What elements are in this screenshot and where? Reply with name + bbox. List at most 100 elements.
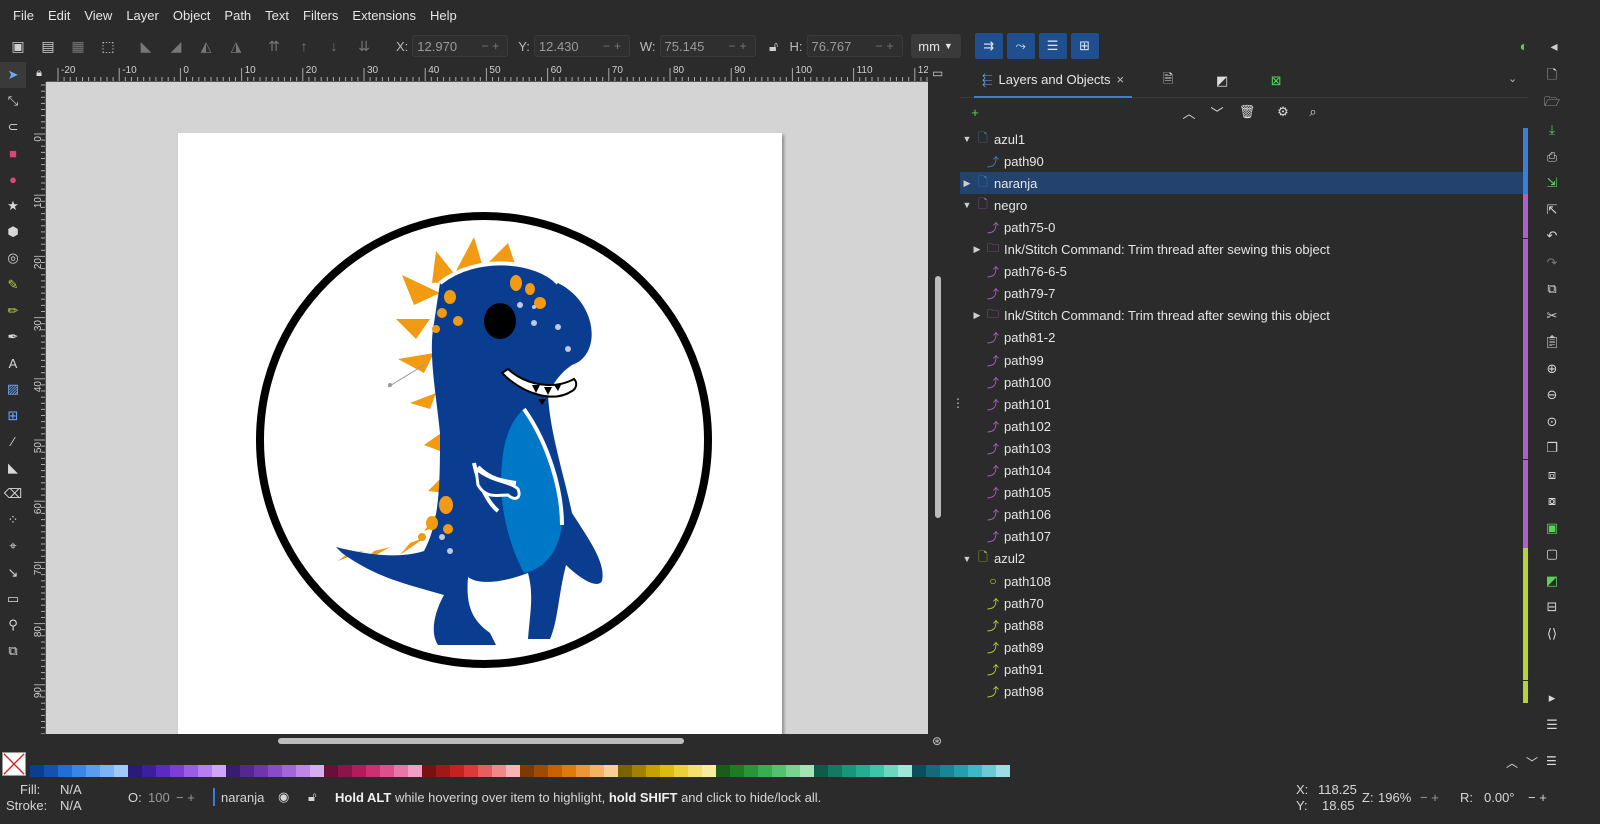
menu-filters[interactable]: Filters	[296, 0, 345, 32]
canvas[interactable]	[46, 82, 928, 734]
collapse-commands-icon[interactable]: ◂	[1542, 34, 1566, 58]
zoom-tool-icon[interactable]: ⚲	[0, 612, 26, 638]
object-row[interactable]: ○ path108	[960, 570, 1528, 592]
cut-icon[interactable]: ✂	[1536, 303, 1568, 330]
color-swatch[interactable]	[408, 765, 422, 777]
chevron-down-icon[interactable]: ﹀	[1526, 754, 1538, 771]
color-swatch[interactable]	[352, 765, 366, 777]
menu-view[interactable]: View	[77, 0, 119, 32]
color-swatch[interactable]	[898, 765, 912, 777]
gear-icon[interactable]: ⚙	[1272, 102, 1294, 122]
raise-to-top-icon[interactable]: ⇈	[262, 34, 286, 58]
color-swatch[interactable]	[86, 765, 100, 777]
color-swatch[interactable]	[296, 765, 310, 777]
color-swatch[interactable]	[940, 765, 954, 777]
color-swatch[interactable]	[828, 765, 842, 777]
color-swatch[interactable]	[520, 765, 534, 777]
vertical-ruler[interactable]: 0 10 20 30 40 50 60 70 80 90	[32, 82, 46, 734]
search-icon[interactable]: ⌕	[1302, 102, 1324, 122]
stroke-value[interactable]: N/A	[60, 798, 82, 813]
color-swatch[interactable]	[730, 765, 744, 777]
lower-to-bottom-icon[interactable]: ⇊	[352, 34, 376, 58]
pencil-tool-icon[interactable]: ✏	[0, 298, 26, 324]
color-swatch[interactable]	[100, 765, 114, 777]
color-swatch[interactable]	[548, 765, 562, 777]
object-row[interactable]: ⤴ path99	[960, 349, 1528, 371]
object-row[interactable]: ⤴ path107	[960, 525, 1528, 548]
color-swatch[interactable]	[464, 765, 478, 777]
scale-corners-icon[interactable]: ⤳	[1006, 33, 1035, 59]
color-swatch[interactable]	[758, 765, 772, 777]
menu-extensions[interactable]: Extensions	[345, 0, 423, 32]
h-field[interactable]: 76.767 −+	[806, 35, 903, 57]
menu-text[interactable]: Text	[258, 0, 296, 32]
select-all-layers-icon[interactable]: ▤	[36, 34, 60, 58]
color-swatch[interactable]	[212, 765, 226, 777]
pages-tool-icon[interactable]: ▭	[0, 586, 26, 612]
y-stepper[interactable]: −+	[603, 39, 625, 53]
group-icon[interactable]: ▣	[1536, 515, 1568, 542]
measure-tool-icon[interactable]: ⌖	[0, 533, 26, 559]
color-swatch[interactable]	[926, 765, 940, 777]
collapse-icon[interactable]: ▼	[962, 554, 972, 564]
w-stepper[interactable]: −+	[729, 39, 751, 53]
color-swatch[interactable]	[366, 765, 380, 777]
gradient-tool-icon[interactable]: ▨	[0, 376, 26, 402]
unlink-clone-icon[interactable]: ⧇	[1536, 488, 1568, 515]
color-swatch[interactable]	[562, 765, 576, 777]
color-swatch[interactable]	[436, 765, 450, 777]
object-row[interactable]: ⤴ path98	[960, 680, 1528, 703]
document-page[interactable]	[178, 133, 782, 734]
color-swatch[interactable]	[982, 765, 996, 777]
opacity-value[interactable]: 100	[148, 790, 170, 805]
rotate-cw-icon[interactable]: ◢	[164, 34, 188, 58]
group-row[interactable]: ▶ 🗀︎ Ink/Stitch Command: Trim thread after…	[960, 304, 1528, 327]
color-swatch[interactable]	[450, 765, 464, 777]
object-row[interactable]: ⤴ path88	[960, 614, 1528, 637]
paste-icon[interactable]: 📋︎	[1536, 329, 1568, 356]
eraser-tool-icon[interactable]: ⌫	[0, 481, 26, 507]
color-swatch[interactable]	[184, 765, 198, 777]
horizontal-ruler[interactable]: -20 -10 0 10 20 30 40 50 60 70 80 90 100 110 120	[46, 64, 928, 82]
ungroup-icon[interactable]: ▢	[1536, 541, 1568, 568]
color-swatch[interactable]	[800, 765, 814, 777]
color-swatch[interactable]	[478, 765, 492, 777]
color-swatch[interactable]	[240, 765, 254, 777]
paint-bucket-tool-icon[interactable]: ◣	[0, 455, 26, 481]
copy-icon[interactable]: ⧉	[1536, 276, 1568, 303]
layer-row[interactable]: ▼ 🗋︎ azul1	[960, 128, 1528, 150]
object-row[interactable]: ⤴ path81-2	[960, 326, 1528, 349]
color-swatch[interactable]	[632, 765, 646, 777]
ellipse-tool-icon[interactable]: ●	[0, 167, 26, 193]
object-row[interactable]: ⤴ path91	[960, 658, 1528, 681]
object-row[interactable]: ⤴ path104	[960, 459, 1528, 482]
spray-tool-icon[interactable]: ⁘	[0, 507, 26, 533]
expand-icon[interactable]: ▶	[972, 310, 982, 321]
color-swatch[interactable]	[716, 765, 730, 777]
redo-icon[interactable]: ↷	[1536, 250, 1568, 277]
object-row[interactable]: ⤴ path105	[960, 481, 1528, 504]
color-swatch[interactable]	[44, 765, 58, 777]
color-swatch[interactable]	[604, 765, 618, 777]
color-swatch[interactable]	[142, 765, 156, 777]
color-swatch[interactable]	[702, 765, 716, 777]
scale-stroke-icon[interactable]: ⇉	[974, 33, 1003, 59]
color-swatch[interactable]	[534, 765, 548, 777]
color-swatch[interactable]	[590, 765, 604, 777]
menu-icon[interactable]: ☰	[1536, 712, 1568, 739]
print-icon[interactable]: ⎙	[1536, 144, 1568, 171]
open-icon[interactable]: 🗁︎	[1536, 91, 1568, 118]
rotation-value[interactable]: 0.00°	[1484, 790, 1515, 805]
color-swatch[interactable]	[870, 765, 884, 777]
current-layer[interactable]: naranja	[221, 790, 264, 805]
collapse-icon[interactable]: ▼	[962, 200, 972, 210]
object-row[interactable]: ⤴ path101	[960, 393, 1528, 416]
expand-icon[interactable]: ▶	[972, 244, 982, 255]
object-row[interactable]: ⤴ path103	[960, 437, 1528, 460]
tab-layers-objects[interactable]: ⬱ Layers and Objects ×	[974, 64, 1133, 98]
menu-icon[interactable]: ☰	[1546, 754, 1557, 771]
color-swatch[interactable]	[884, 765, 898, 777]
color-swatch[interactable]	[492, 765, 506, 777]
color-swatch[interactable]	[254, 765, 268, 777]
raise-icon[interactable]: ↑	[292, 34, 316, 58]
